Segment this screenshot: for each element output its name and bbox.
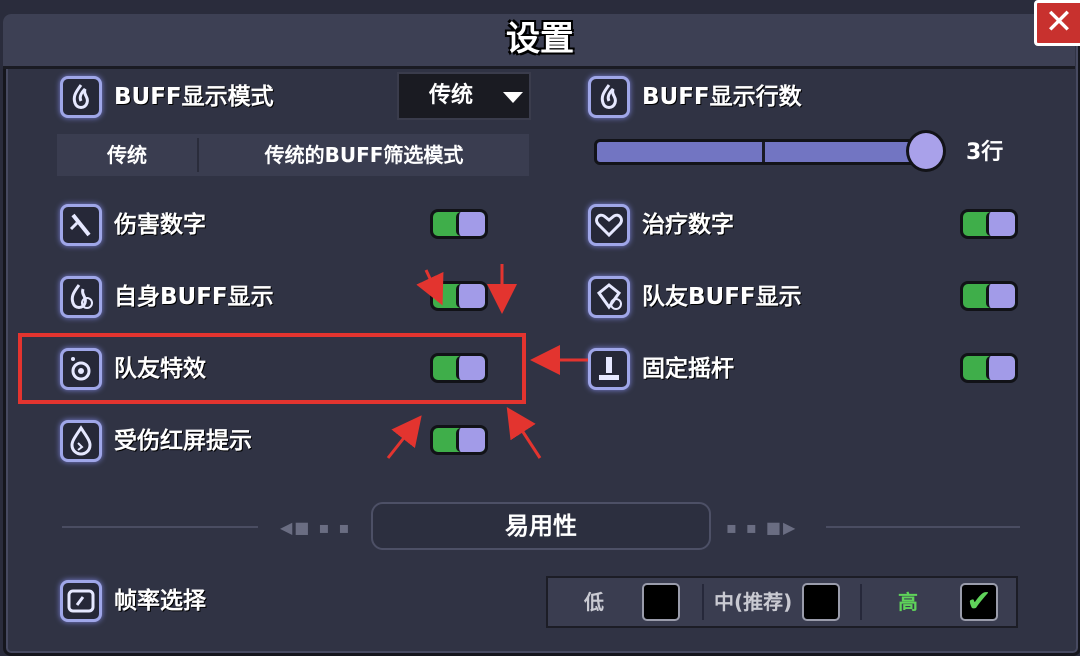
annotation-arrow	[386, 415, 422, 459]
annotation-arrows	[386, 264, 588, 459]
annotation-arrow	[506, 406, 542, 459]
annotation-arrow	[416, 269, 444, 306]
